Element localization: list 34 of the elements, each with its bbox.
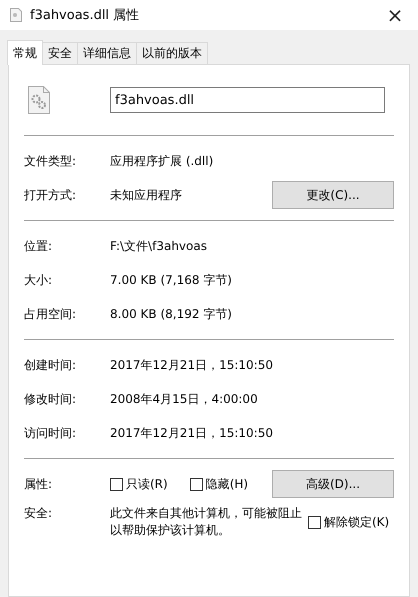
tab[interactable]: 以前的版本 [136,42,208,64]
checkbox[interactable] [110,478,123,490]
gear-file-icon [28,86,50,114]
file-icon [10,8,22,22]
field-value: 7.00 KB (7,168 字节) [110,272,233,288]
advanced-button[interactable]: 高级(D)... [272,470,394,498]
checkbox-label: 只读(R) [126,476,168,492]
checkbox-label: 解除锁定(K) [324,514,390,531]
file-name-field[interactable]: f3ahvoas.dll [110,87,385,113]
field-value: 2017年12月21日，15:10:50 [110,424,274,442]
field-label: 安全: [24,505,54,522]
window-title: f3ahvoas.dll 属性 [30,7,140,24]
checkbox-label: 隐藏(H) [206,476,248,492]
field-label: 属性: [24,476,54,492]
field-label: 修改时间: [24,390,78,408]
field-value: 2017年12月21日，15:10:50 [110,356,274,374]
field-value: 应用程序扩展 (.dll) [110,152,214,170]
field-label: 打开方式: [24,186,78,204]
change-button[interactable]: 更改(C)... [272,181,394,209]
field-label: 大小: [24,272,54,288]
field-label: 位置: [24,238,54,254]
field-label: 占用空间: [24,306,78,322]
security-message: 此文件来自其他计算机，可能被阻止以帮助保护该计算机。 [110,505,303,539]
field-value: 8.00 KB (8,192 字节) [110,306,233,322]
tab[interactable]: 常规 [7,40,43,65]
field-label: 创建时间: [24,356,78,374]
field-value: F:\文件\f3ahvoas [110,238,208,254]
field-label: 访问时间: [24,424,78,442]
checkbox[interactable] [190,478,203,490]
field-label: 文件类型: [24,152,78,170]
checkbox[interactable] [308,516,321,529]
field-value: 未知应用程序 [110,186,183,204]
close-button[interactable]: × [372,0,418,30]
field-value: 2008年4月15日，4:00:00 [110,390,259,408]
